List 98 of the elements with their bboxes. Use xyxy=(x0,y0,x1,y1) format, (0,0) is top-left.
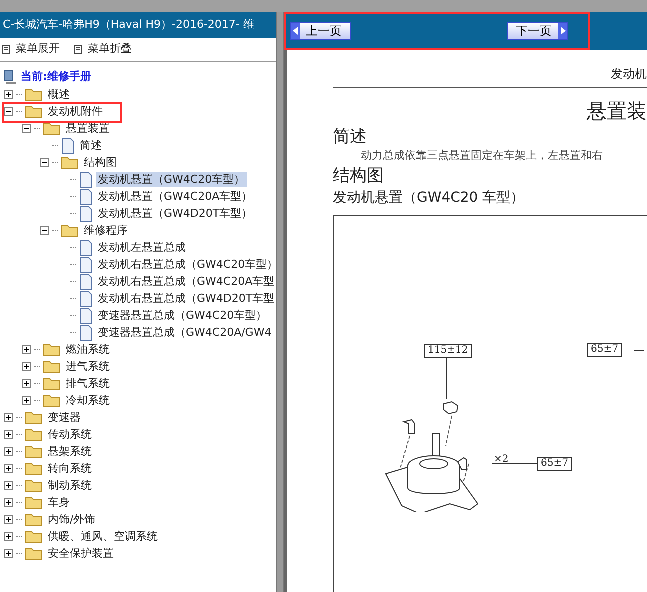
folder-icon xyxy=(25,88,43,102)
tree-item[interactable]: 供暖、通风、空调系统 xyxy=(46,529,160,544)
tree-item[interactable]: 转向系统 xyxy=(46,461,94,476)
tree-item[interactable]: 发动机右悬置总成（GW4C20车型） xyxy=(96,257,276,272)
right-arrow-icon xyxy=(560,27,566,35)
document-icon xyxy=(79,308,93,324)
document-icon xyxy=(61,138,75,154)
expand-toggle[interactable] xyxy=(4,532,13,541)
expand-toggle[interactable] xyxy=(4,413,13,422)
document-icon xyxy=(79,324,93,340)
tree-item[interactable]: 悬架系统 xyxy=(46,444,94,459)
quantity-label: ×2 xyxy=(494,454,509,466)
expand-toggle[interactable] xyxy=(4,498,13,507)
document-icon xyxy=(79,274,93,290)
tree-item[interactable]: 发动机附件 xyxy=(46,104,105,119)
expand-toggle[interactable] xyxy=(4,464,13,473)
collapse-toggle[interactable] xyxy=(40,226,49,235)
tree-item[interactable]: 结构图 xyxy=(82,155,119,170)
list-icon xyxy=(2,45,10,54)
folder-icon xyxy=(43,122,61,136)
folder-icon xyxy=(25,462,43,476)
folder-icon xyxy=(43,394,61,408)
next-page-button[interactable]: 下一页 xyxy=(507,22,568,40)
folder-icon xyxy=(43,342,61,356)
expand-toggle[interactable] xyxy=(4,549,13,558)
document-icon xyxy=(79,172,93,188)
folder-icon xyxy=(61,224,79,238)
expand-toggle[interactable] xyxy=(4,515,13,524)
tree-item[interactable]: 传动系统 xyxy=(46,427,94,442)
expand-toggle[interactable] xyxy=(22,379,31,388)
toolbar-button[interactable]: 菜单展开 xyxy=(2,41,60,58)
computer-icon xyxy=(4,70,17,84)
tree-item[interactable]: 发动机右悬置总成（GW4C20A车型 xyxy=(96,274,276,289)
leader-line xyxy=(446,356,448,398)
tree-item[interactable]: 发动机右悬置总成（GW4D20T车型 xyxy=(96,291,276,306)
tree-item[interactable]: 概述 xyxy=(46,87,72,102)
expand-toggle[interactable] xyxy=(22,345,31,354)
tree-root: 当前:维修手册 xyxy=(21,68,92,85)
tree-item[interactable]: 发动机悬置（GW4C20车型） xyxy=(96,172,248,187)
torque-label: 65±7 xyxy=(587,342,622,356)
tree-item[interactable]: 变速器悬置总成（GW4C20A/GW4 xyxy=(96,325,274,340)
expand-toggle[interactable] xyxy=(22,362,31,371)
tree-item[interactable]: 安全保护装置 xyxy=(46,546,116,561)
folder-icon xyxy=(25,410,43,424)
tree-item[interactable]: 排气系统 xyxy=(64,376,112,391)
section-heading: 简述 xyxy=(333,126,368,148)
folder-icon xyxy=(61,156,79,170)
tree-item[interactable]: 维修程序 xyxy=(82,223,130,238)
folder-icon xyxy=(25,496,43,510)
expand-toggle[interactable] xyxy=(4,430,13,439)
torque-label: 115±12 xyxy=(424,344,472,358)
section-heading: 结构图 xyxy=(333,164,385,186)
folder-icon xyxy=(25,546,43,560)
diagram-subtitle: 发动机悬置（GW4C20 车型） xyxy=(333,188,526,208)
collapse-toggle[interactable] xyxy=(4,107,13,116)
folder-icon xyxy=(25,478,43,492)
tree-item[interactable]: 发动机左悬置总成 xyxy=(96,240,188,255)
tree-item[interactable]: 燃油系统 xyxy=(64,342,112,357)
folder-icon xyxy=(25,512,43,526)
expand-toggle[interactable] xyxy=(4,481,13,490)
tree-item[interactable]: 发动机悬置（GW4D20T车型） xyxy=(96,206,255,221)
expand-toggle[interactable] xyxy=(4,90,13,99)
previous-page-button[interactable]: 上一页 xyxy=(290,22,351,40)
folder-icon xyxy=(43,376,61,390)
tree-item[interactable]: 发动机悬置（GW4C20A车型） xyxy=(96,189,255,204)
page-title: 悬置装 xyxy=(587,98,647,125)
folder-icon xyxy=(25,530,43,544)
document-icon xyxy=(79,240,93,256)
folder-icon xyxy=(43,360,61,374)
tree-item[interactable]: 变速器 xyxy=(46,410,83,425)
leader-line xyxy=(634,350,644,352)
torque-label: 65±7 xyxy=(537,456,572,470)
folder-icon xyxy=(25,428,43,442)
paragraph: 动力总成依靠三点悬置固定在车架上，左悬置和右 xyxy=(360,148,604,164)
expand-toggle[interactable] xyxy=(22,396,31,405)
expand-toggle[interactable] xyxy=(4,447,13,456)
toolbar-button[interactable]: 菜单折叠 xyxy=(74,41,132,58)
left-arrow-icon xyxy=(292,27,298,35)
tree-item[interactable]: 进气系统 xyxy=(64,359,112,374)
list-icon xyxy=(74,45,82,54)
tree-item[interactable]: 变速器悬置总成（GW4C20车型） xyxy=(96,308,270,323)
tree-item[interactable]: 制动系统 xyxy=(46,478,94,493)
folder-icon xyxy=(25,104,43,118)
window-title: C-长城汽车-哈弗H9（Haval H9）-2016-2017- 维 xyxy=(0,12,276,38)
tree-item[interactable]: 冷却系统 xyxy=(64,393,112,408)
document-icon xyxy=(79,188,93,204)
document-icon xyxy=(79,206,93,222)
document-icon xyxy=(79,290,93,306)
tree-item[interactable]: 车身 xyxy=(46,495,72,510)
page-header: 发动机 xyxy=(611,66,647,83)
tree-item[interactable]: 内饰/外饰 xyxy=(46,512,98,527)
collapse-toggle[interactable] xyxy=(40,158,49,167)
collapse-toggle[interactable] xyxy=(22,124,31,133)
folder-icon xyxy=(25,444,43,458)
leader-line xyxy=(492,462,538,464)
document-icon xyxy=(79,256,93,272)
tree-item[interactable]: 悬置装置 xyxy=(64,121,112,136)
tree-item[interactable]: 简述 xyxy=(78,138,104,153)
